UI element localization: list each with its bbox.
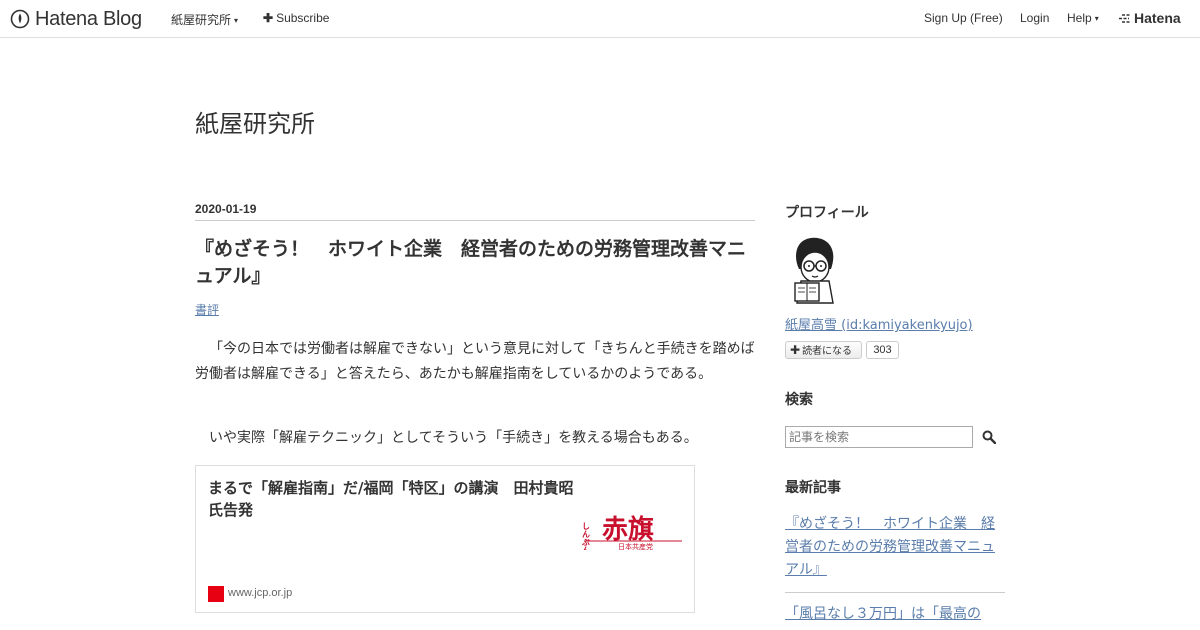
favicon-icon [208, 586, 224, 602]
recent-entry-title: 『めざそう！ ホワイト企業 経営者のための労務管理改善マニュアル』 [785, 516, 995, 578]
subscribe-button[interactable]: ✚ Subscribe [263, 11, 329, 25]
hatena-blog-logo-text: Hatena Blog [35, 7, 142, 30]
akahata-logo-icon: しんぶん 赤旗 日本共産党 [582, 508, 684, 550]
subscriber-count: 303 [866, 341, 899, 359]
hatena-label: Hatena [1134, 10, 1181, 26]
recent-entry-link[interactable]: 『めざそう！ ホワイト企業 経営者のための労務管理改善マニュアル』 [785, 513, 1005, 582]
login-link[interactable]: Login [1020, 11, 1049, 25]
entry-category-link[interactable]: 書評 [195, 301, 219, 318]
search-input[interactable] [785, 426, 973, 448]
blog-menu-label: 紙屋研究所 [171, 13, 232, 27]
help-dropdown[interactable]: Help ▾ [1067, 11, 1099, 25]
hatena-link[interactable]: Hatena [1118, 10, 1181, 26]
subscribe-label: Subscribe [276, 11, 330, 25]
global-header: Hatena Blog 紙屋研究所 ▾ ✚ Subscribe Sign Up (F… [0, 0, 1200, 38]
recent-entry-title: 「風呂なし３万円」は「最高の [785, 606, 981, 622]
caret-down-icon: ▾ [1094, 14, 1099, 23]
akahata-logo-small: しんぶん [582, 522, 591, 550]
hatena-logo-icon [1119, 13, 1131, 23]
recent-entry-link[interactable]: 「風呂なし３万円」は「最高の [785, 603, 1005, 626]
profile-heading: プロフィール [785, 205, 869, 221]
plus-icon: ✚ [790, 343, 801, 357]
entry-paragraph: いや実際「解雇テクニック」としてそういう「手続き」を教える場合もある。 [209, 430, 698, 446]
sidebar-subscribe-button[interactable]: ✚ 読者になる [785, 341, 862, 359]
caret-down-icon: ▾ [234, 16, 239, 25]
hatena-blog-logo-icon [10, 9, 30, 29]
entry-paragraph: 「今の日本では労働者は解雇できない」という意見に対して「きちんと手続きを踏めば労… [195, 341, 755, 382]
avatar-icon [794, 237, 834, 304]
recent-divider [785, 592, 1005, 593]
embed-card[interactable]: まるで「解雇指南」だ/福岡「特区」の講演 田村貴昭氏告発 しんぶん 赤旗 日本共… [195, 465, 695, 613]
search-heading: 検索 [785, 392, 813, 408]
embed-card-domain[interactable]: www.jcp.or.jp [228, 587, 292, 599]
plus-icon: ✚ [263, 11, 274, 25]
entry-title[interactable]: 『めざそう！ ホワイト企業 経営者のための労務管理改善マニュアル』 [195, 236, 760, 290]
profile-name-link[interactable]: 紙屋高雪 (id:kamiyakenkyujo) [785, 314, 973, 333]
signup-link[interactable]: Sign Up (Free) [924, 11, 1003, 25]
search-icon[interactable] [982, 430, 996, 444]
recent-entries-heading: 最新記事 [785, 480, 841, 496]
help-label: Help [1067, 11, 1092, 25]
avatar[interactable] [785, 235, 843, 305]
embed-card-title[interactable]: まるで「解雇指南」だ/福岡「特区」の講演 田村貴昭氏告発 [208, 477, 576, 521]
akahata-logo-sub: 日本共産党 [618, 542, 653, 550]
blog-title[interactable]: 紙屋研究所 [195, 104, 315, 139]
hatena-blog-logo[interactable]: Hatena Blog [10, 7, 142, 31]
blog-menu-dropdown[interactable]: 紙屋研究所 ▾ [171, 11, 238, 28]
date-divider [195, 220, 755, 221]
entry-date[interactable]: 2020-01-19 [195, 202, 256, 216]
akahata-logo-main: 赤旗 [602, 514, 654, 545]
sidebar-subscribe-label: 読者になる [802, 346, 853, 357]
